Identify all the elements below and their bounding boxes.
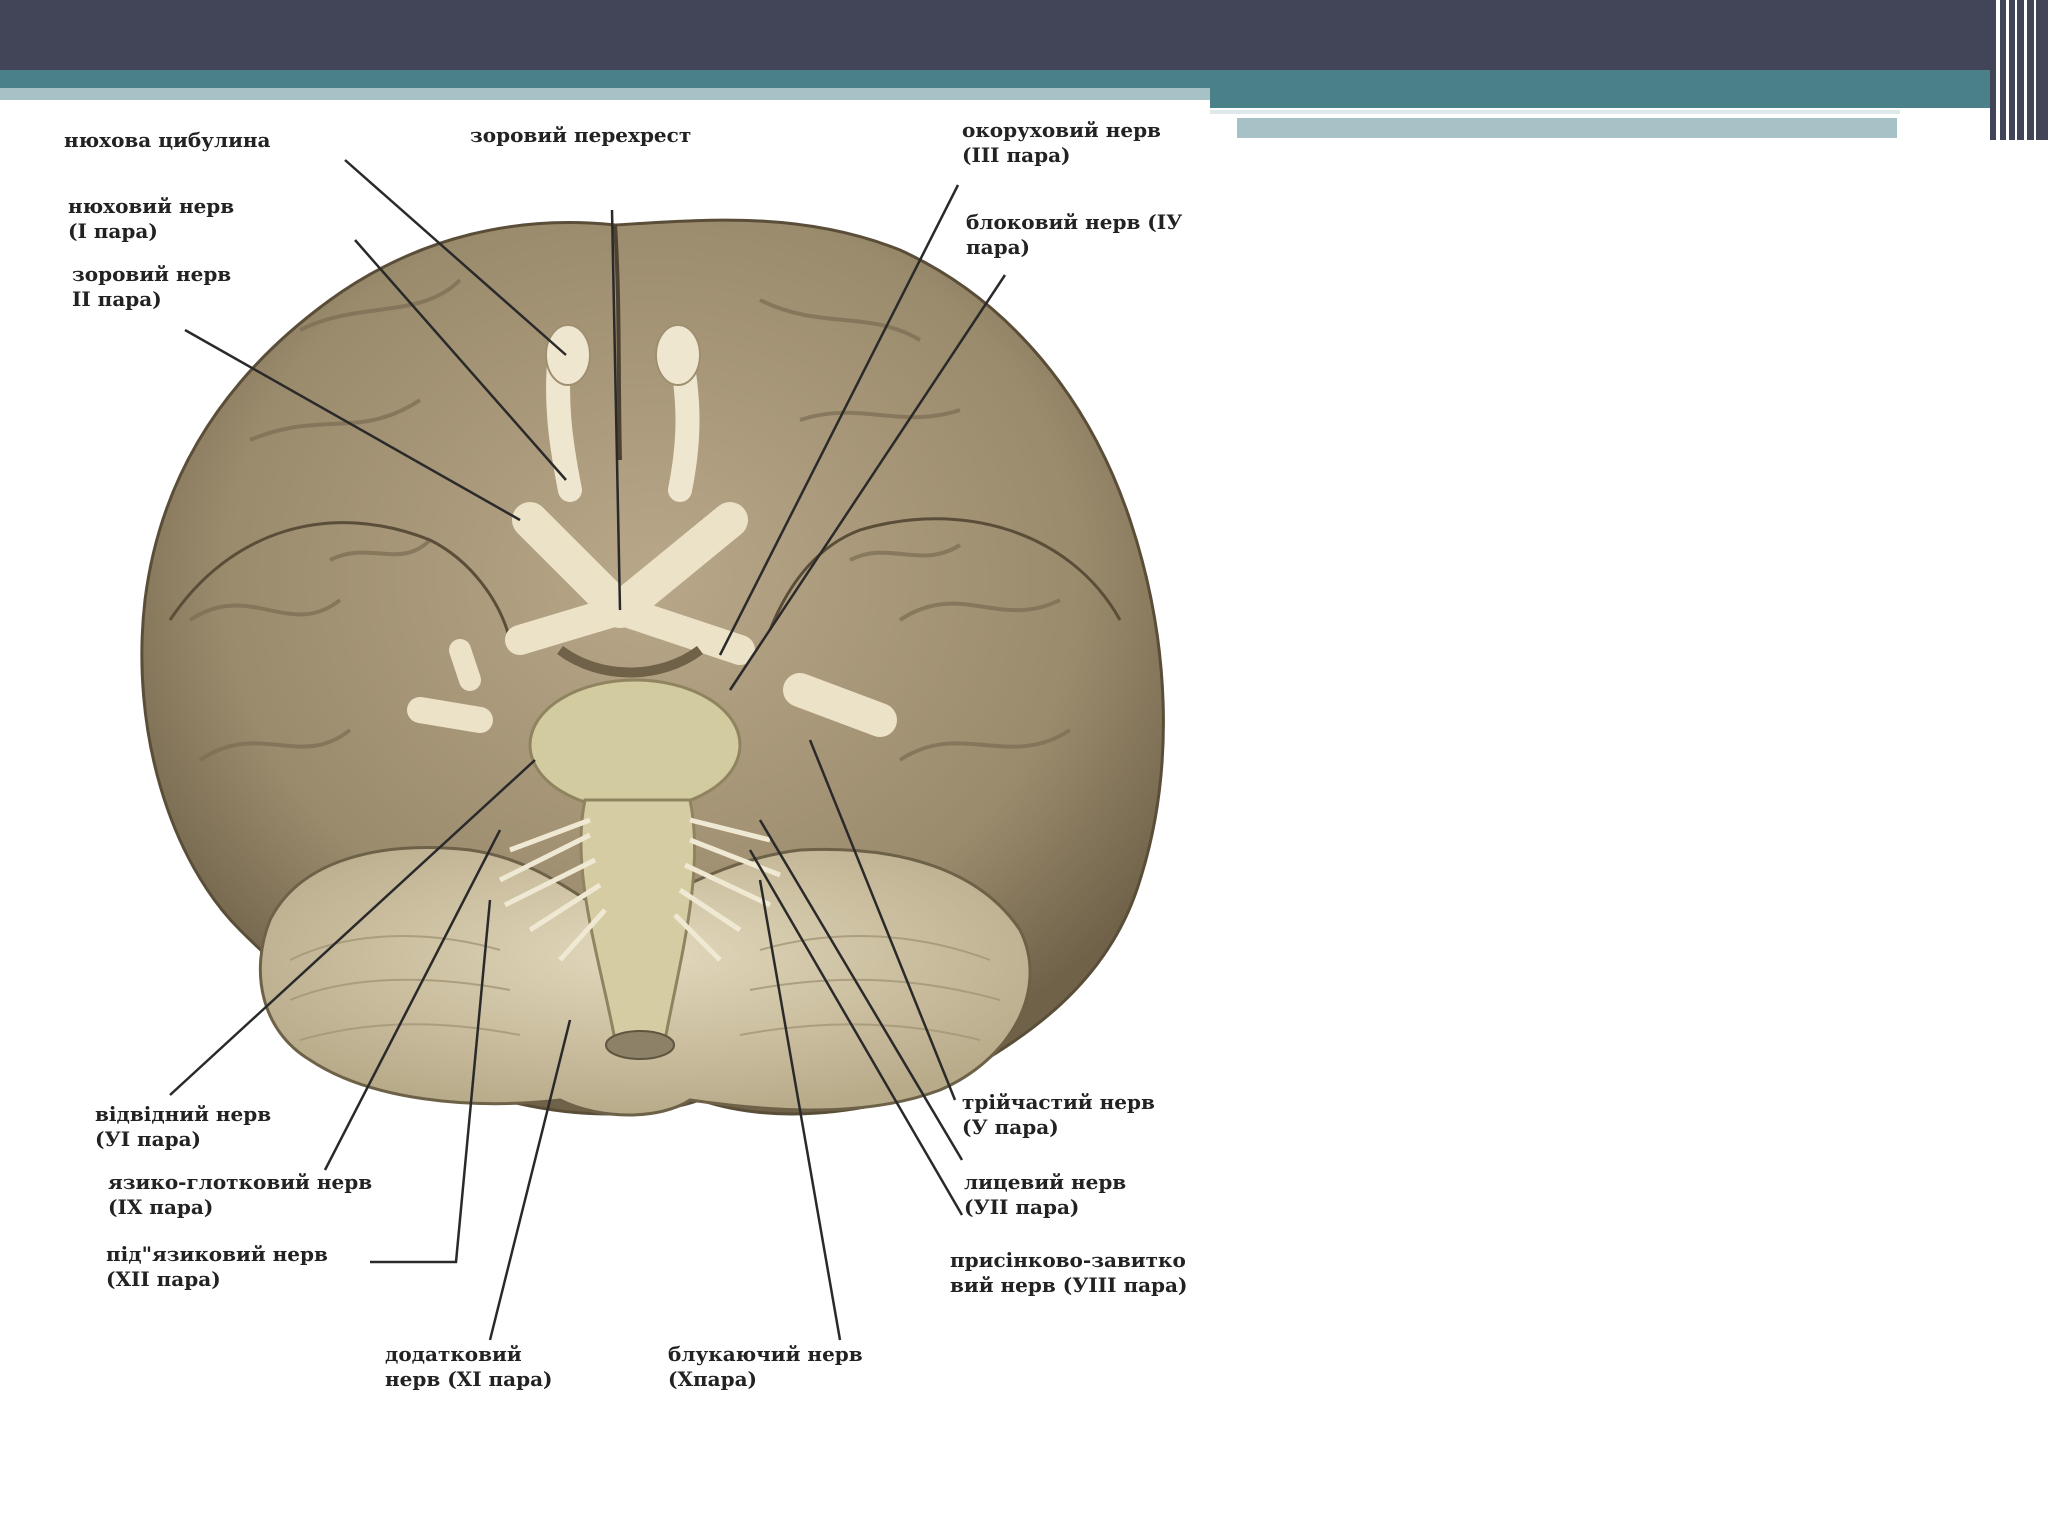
label-abducens-nerve: відвідний нерв (УІ пара) [95, 1102, 272, 1151]
label-olfactory-nerve: нюховий нерв (І пара) [68, 194, 235, 243]
label-vagus-nerve: блукаючий нерв (Хпара) [668, 1342, 863, 1391]
label-olfactory-bulb: нюхова цибулина [64, 128, 271, 152]
label-optic-nerve: зоровий нерв ІІ пара) [72, 262, 232, 311]
label-facial-nerve: лицевий нерв (УІІ пара) [964, 1170, 1127, 1219]
label-glossopharyngeal-nerve: язико-глотковий нерв (ІХ пара) [108, 1170, 373, 1219]
label-trochlear-nerve: блоковий нерв (ІУ пара) [966, 210, 1183, 259]
label-optic-chiasm: зоровий перехрест [470, 123, 692, 147]
label-oculomotor-nerve: окоруховий нерв (ІІІ пара) [962, 118, 1161, 167]
label-accessory-nerve: додатковий нерв (ХІ пара) [385, 1342, 553, 1391]
label-trigeminal-nerve: трійчастий нерв (У пара) [962, 1090, 1155, 1139]
label-hypoglossal-nerve: під"язиковий нерв (ХІІ пара) [106, 1242, 328, 1291]
label-vestibulocochlear-nerve: присінково-завитко вий нерв (УІІІ пара) [950, 1248, 1188, 1297]
pons [528, 678, 742, 812]
